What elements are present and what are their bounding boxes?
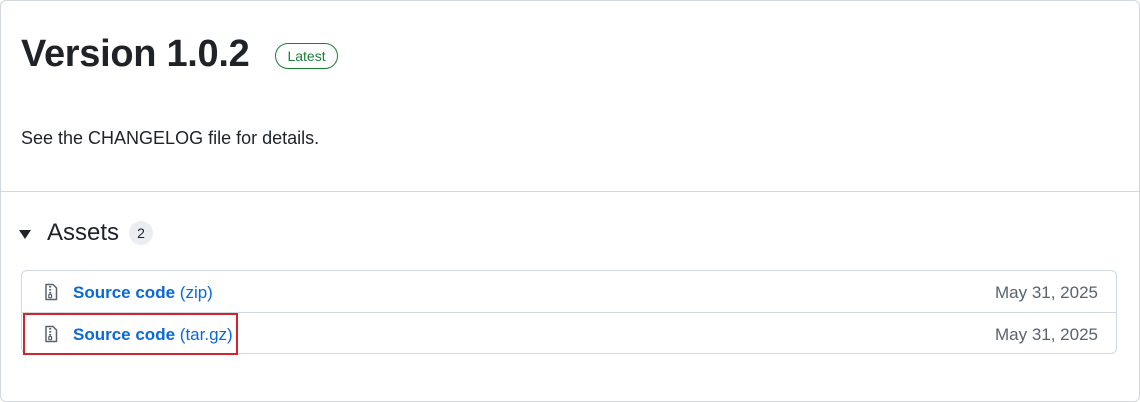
assets-count-badge: 2 — [129, 221, 154, 245]
asset-extension: (tar.gz) — [179, 325, 233, 344]
release-card: Version 1.0.2 Latest See the CHANGELOG f… — [0, 0, 1140, 402]
assets-toggle[interactable]: Assets 2 — [19, 217, 154, 249]
asset-name: Source code — [73, 283, 176, 302]
asset-date: May 31, 2025 — [994, 283, 1098, 302]
assets-list: Source code (zip) May 31, 2025 Source co… — [21, 270, 1117, 354]
release-notes: See the CHANGELOG file for details. — [21, 128, 320, 148]
asset-row: Source code (zip) May 31, 2025 — [22, 271, 1116, 313]
assets-title: Assets — [47, 219, 120, 246]
asset-row: Source code (tar.gz) May 31, 2025 — [22, 313, 1116, 355]
divider — [1, 191, 1139, 192]
triangle-down-icon — [19, 230, 31, 239]
asset-date: May 31, 2025 — [994, 325, 1098, 344]
asset-name: Source code — [73, 325, 176, 344]
file-zip-icon — [45, 325, 58, 343]
release-title[interactable]: Version 1.0.2 — [21, 31, 250, 77]
asset-download-link-targz[interactable]: Source code (tar.gz) — [73, 324, 233, 346]
file-zip-icon — [45, 283, 58, 301]
release-header: Version 1.0.2 Latest — [21, 31, 338, 77]
asset-extension: (zip) — [179, 283, 213, 302]
asset-download-link-zip[interactable]: Source code (zip) — [73, 282, 213, 304]
latest-badge: Latest — [275, 43, 338, 69]
